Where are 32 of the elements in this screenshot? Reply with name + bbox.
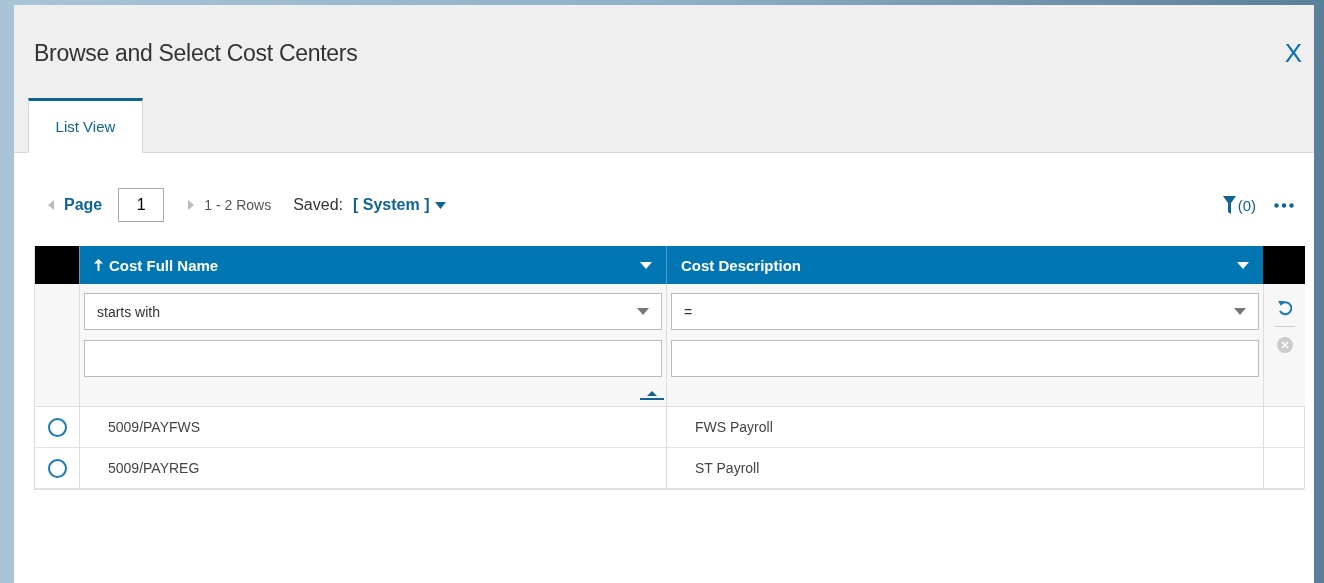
saved-view-dropdown[interactable]: [ System ] [353, 196, 447, 214]
saved-label: Saved: [293, 196, 343, 214]
table-cell: FWS Payroll [666, 407, 1263, 448]
page-input[interactable]: 1 [118, 188, 165, 222]
row-radio[interactable] [47, 458, 67, 478]
table-cell: ST Payroll [666, 448, 1263, 489]
tab[interactable]: List View [28, 98, 143, 153]
close-button[interactable]: X [1282, 37, 1304, 69]
table-cell: 5009/PAYFWS [79, 407, 666, 448]
column-header[interactable]: Cost Description [666, 246, 1263, 284]
filter-button[interactable]: (0) [1222, 196, 1256, 214]
caret-icon [637, 308, 649, 315]
caret-icon [435, 201, 447, 209]
reset-icon[interactable] [1277, 300, 1292, 316]
filter-field[interactable] [671, 340, 1259, 377]
dialog-title: Browse and Select Cost Centers [34, 39, 358, 67]
page-label: Page [64, 196, 103, 214]
header-cell [1263, 246, 1305, 284]
header-cell [35, 246, 79, 284]
column-header[interactable]: Cost Full Name [79, 246, 666, 284]
caret-icon[interactable] [1237, 261, 1249, 269]
caret-icon [1234, 308, 1246, 315]
sort-arrow-icon [94, 259, 103, 271]
filter-field[interactable] [84, 340, 662, 377]
row-radio[interactable] [47, 417, 67, 437]
collapse-icon[interactable] [640, 391, 664, 400]
operator-dropdown[interactable]: starts with [84, 293, 662, 330]
row-count: 1 - 2 Rows [204, 197, 272, 213]
table-cell: 5009/PAYREG [79, 448, 666, 489]
operator-dropdown[interactable]: = [671, 293, 1259, 330]
more-icon[interactable] [1274, 202, 1294, 208]
caret-icon[interactable] [640, 261, 652, 269]
